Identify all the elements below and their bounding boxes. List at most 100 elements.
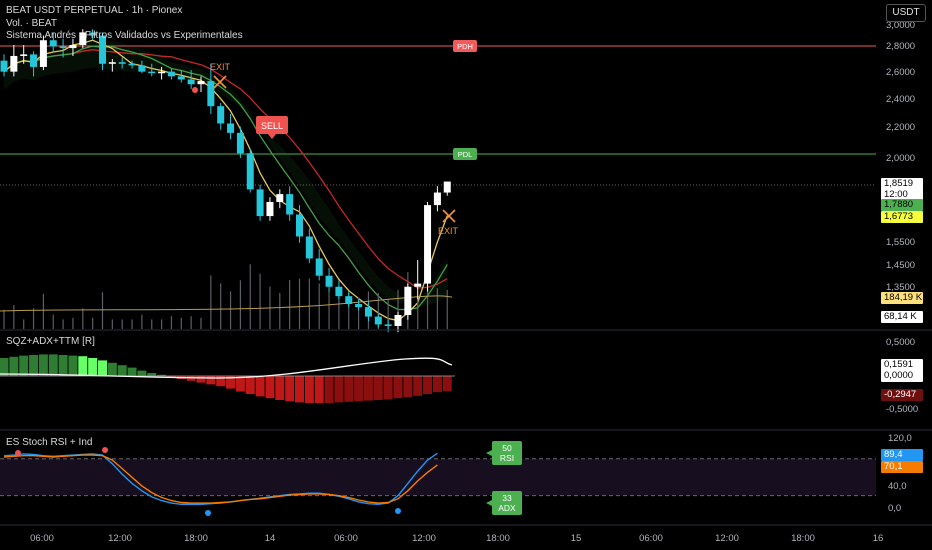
adx-line (0, 357, 453, 379)
volume-bar (72, 317, 74, 329)
squeeze-bar (147, 373, 157, 376)
squeeze-bar (265, 376, 275, 399)
squeeze-bar (373, 376, 383, 400)
volume-bar (328, 289, 330, 329)
squeeze-bar (383, 376, 393, 400)
ma-yellow-badge: 1,6773 (881, 211, 923, 223)
candle (217, 106, 225, 124)
volume-bar (259, 273, 261, 329)
candle (266, 201, 274, 217)
currency-button[interactable]: USDT (886, 4, 926, 22)
candle (246, 153, 254, 190)
chart-title: BEAT USDT PERPETUAL · 1h · Pionex (6, 5, 183, 16)
volume-bar (92, 317, 94, 329)
rsi-level-tag-pointer (486, 450, 492, 456)
volume-bar (298, 278, 301, 329)
candle (433, 192, 441, 206)
candle (108, 62, 116, 64)
volume-bar (62, 319, 64, 329)
signal-dot (15, 450, 21, 456)
candle (355, 304, 363, 308)
chart-canvas[interactable]: 2,8000 2,6000 2,4000 2,2000 2,0000 1,5500 1,45… (0, 0, 932, 550)
candle (394, 315, 402, 326)
rsi-tag: RSI (500, 453, 514, 463)
stoch-pane[interactable] (0, 452, 876, 506)
volume-bar (417, 297, 419, 329)
signal-dot (192, 87, 198, 93)
candle (49, 40, 57, 47)
squeeze-bar (235, 376, 245, 392)
candle (256, 189, 264, 217)
volume-bar (446, 289, 448, 329)
candle (207, 81, 215, 107)
volume-bar (308, 278, 310, 329)
stoch-axis-label: 0,0 (888, 503, 901, 514)
price-axis-label: 1,4500 (886, 260, 915, 271)
squeeze-bar (48, 354, 58, 376)
price-axis-label: 2,4000 (886, 94, 915, 105)
stoch-axis-label: 120,0 (888, 433, 912, 444)
candle (414, 283, 422, 287)
volume-bar (279, 293, 281, 329)
squeeze-bar (363, 376, 373, 401)
signal-dot (205, 510, 211, 516)
candle (335, 286, 343, 297)
adx-level: 33 (502, 493, 512, 503)
squeeze-bar (206, 376, 216, 385)
volume-bar (170, 316, 173, 329)
volume-high-badge: 184,19 K (881, 292, 923, 304)
candle (138, 65, 146, 72)
sell-signal-label: SELL (261, 121, 283, 131)
sqz-hist-badge: -0,2947 (881, 389, 923, 401)
volume-bar (3, 309, 5, 329)
squeeze-bar (295, 376, 304, 403)
time-axis-label: 14 (265, 533, 276, 544)
signal-dot (102, 447, 108, 453)
squeeze-bar (324, 376, 334, 403)
volume-bar (121, 319, 123, 329)
volume-bar (210, 275, 212, 329)
volume-bar (23, 319, 25, 329)
squeeze-bar (354, 376, 364, 402)
volume-bar (131, 319, 133, 329)
squeeze-bar (432, 376, 442, 393)
time-axis-label: 12:00 (108, 533, 132, 544)
volume-bar (141, 314, 143, 329)
candle (276, 194, 284, 202)
volume-bar (82, 308, 84, 329)
squeeze-bar (275, 376, 285, 400)
squeeze-bar (196, 376, 206, 383)
squeeze-bar (117, 365, 127, 376)
squeeze-axis-label: 0,5000 (886, 337, 915, 348)
ma-yellow-line (3, 39, 448, 322)
volume-ma-line (0, 295, 453, 312)
squeeze-bar (403, 376, 413, 397)
price-axis-label: 2,0000 (886, 153, 915, 164)
time-axis-label: 12:00 (715, 533, 739, 544)
volume-bar (229, 291, 232, 329)
squeeze-bar (393, 376, 403, 399)
volume-bar (200, 317, 202, 329)
volume-bar (318, 283, 320, 329)
squeeze-bar (127, 367, 137, 376)
sqz-zero-badge: 0,0000 (881, 370, 923, 382)
volume-bar (151, 319, 153, 329)
volume-bar (42, 293, 44, 329)
squeeze-bar (0, 358, 9, 376)
volume-bar (101, 292, 104, 329)
price-axis-label: 2,8000 (886, 41, 915, 52)
adx-level-tag-pointer (486, 500, 492, 506)
squeeze-bar (344, 376, 354, 402)
price-pane[interactable] (0, 29, 876, 333)
candle (197, 81, 205, 85)
candle (236, 132, 244, 154)
volume-bar (13, 305, 15, 329)
time-axis-label: 16 (873, 533, 884, 544)
candle (364, 307, 372, 317)
time-axis-label: 06:00 (639, 533, 663, 544)
squeeze-pane[interactable] (0, 354, 455, 403)
volume-bar (190, 316, 192, 329)
price-axis-label: 1,5500 (886, 237, 915, 248)
price-axis-label: 2,6000 (886, 67, 915, 78)
time-axis-label: 18:00 (791, 533, 815, 544)
